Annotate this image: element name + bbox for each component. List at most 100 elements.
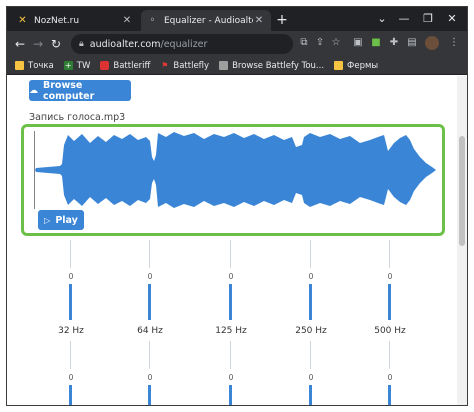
bookmark-star-icon[interactable]: ☆ <box>329 36 343 50</box>
bookmark-battlefy[interactable]: Browse Battlefy Tou... <box>219 61 324 71</box>
eq-slider-track[interactable] <box>149 341 150 369</box>
eq-value: 0 <box>387 373 393 382</box>
bookmark-label: Battleriff <box>113 60 151 71</box>
eq-frequency-label: 32 Hz <box>58 326 84 336</box>
browse-computer-button[interactable]: ☁ Browse computer <box>29 79 131 102</box>
eq-slider-track[interactable] <box>389 240 390 268</box>
eq-value: 0 <box>68 373 74 382</box>
waveform-shape <box>35 132 436 208</box>
extension-icon-1[interactable]: ▣ <box>351 36 365 50</box>
back-icon[interactable]: ← <box>11 35 29 53</box>
eq-band-125hz: 0 125 Hz <box>201 240 261 338</box>
minimize-icon[interactable]: — <box>393 10 415 28</box>
translate-icon[interactable]: ⧉ <box>297 36 311 50</box>
share-icon[interactable]: ⇪ <box>313 36 327 50</box>
menu-kebab-icon[interactable]: ⋮ <box>447 36 461 50</box>
toolbar: ← → ↻ 🔒︎ audioalter.com/equalizer ⧉ ⇪ ☆ … <box>7 31 467 57</box>
eq-slider-fill[interactable] <box>309 385 312 405</box>
tab-title: Equalizer - Audioalter <box>164 15 253 26</box>
eq-value: 0 <box>228 373 234 382</box>
eq-band-32hz: 0 32 Hz <box>41 240 101 338</box>
eq-slider-fill[interactable] <box>309 284 312 320</box>
restore-icon[interactable]: ❐ <box>417 10 439 28</box>
scrollbar-thumb[interactable] <box>459 136 465 246</box>
eq-slider-fill[interactable] <box>69 385 72 405</box>
eq-slider-track[interactable] <box>310 341 311 369</box>
bookmark-tw[interactable]: + TW <box>63 60 91 71</box>
bookmark-label: Фермы <box>347 60 379 71</box>
address-bar[interactable]: 🔒︎ audioalter.com/equalizer <box>71 34 293 54</box>
play-label: Play <box>55 214 78 226</box>
bookmark-battlefly[interactable]: ⚑ Battlefly <box>160 61 209 71</box>
play-button[interactable]: ▷ Play <box>38 210 84 230</box>
eq-band-500hz: 0 500 Hz <box>360 240 420 338</box>
folder-icon <box>334 61 344 70</box>
eq-slider-fill[interactable] <box>229 284 232 320</box>
eq-band-row2-3: 0 <box>201 341 261 405</box>
eq-value: 0 <box>147 373 153 382</box>
battleriff-icon <box>100 61 110 70</box>
tab-search-icon[interactable]: ⌄ <box>371 10 393 28</box>
browse-label: Browse computer <box>43 79 95 102</box>
bookmark-label: Battlefly <box>173 60 210 71</box>
eq-slider-fill[interactable] <box>69 284 72 320</box>
sidebar-icon[interactable]: ▤ <box>405 36 419 50</box>
plus-icon: + <box>63 61 73 70</box>
browser-window: ✕ NozNet.ru ✕ ◦ Equalizer - Audioalter ✕… <box>6 6 468 406</box>
eq-value: 0 <box>147 272 153 281</box>
forward-icon[interactable]: → <box>29 35 47 53</box>
folder-icon <box>15 61 24 70</box>
eq-slider-track[interactable] <box>230 341 231 369</box>
play-icon: ▷ <box>44 215 51 225</box>
url-host: audioalter.com <box>89 38 161 50</box>
page-content: ☁ Browse computer Запись голоса.mp3 ▷ Pl… <box>7 76 457 405</box>
eq-band-row2-2: 0 <box>120 341 180 405</box>
eq-value: 0 <box>308 373 314 382</box>
close-icon[interactable]: ✕ <box>121 15 133 26</box>
eq-value: 0 <box>68 272 74 281</box>
eq-slider-fill[interactable] <box>388 284 391 320</box>
url-path: /equalizer <box>160 38 208 50</box>
eq-slider-track[interactable] <box>389 341 390 369</box>
eq-band-250hz: 0 250 Hz <box>281 240 341 338</box>
eq-slider-fill[interactable] <box>148 385 151 405</box>
eq-slider-track[interactable] <box>230 240 231 268</box>
eq-slider-fill[interactable] <box>229 385 232 405</box>
bookmark-label: Browse Battlefy Tou... <box>232 60 325 71</box>
bookmark-fermy[interactable]: Фермы <box>334 61 378 71</box>
eq-frequency-label: 64 Hz <box>137 326 163 336</box>
reload-icon[interactable]: ↻ <box>47 35 65 53</box>
extensions-puzzle-icon[interactable]: ✚ <box>387 36 401 50</box>
eq-slider-track[interactable] <box>70 341 71 369</box>
bookmark-tochka[interactable]: Точка <box>15 61 54 71</box>
bookmark-label: TW <box>76 60 91 71</box>
eq-value: 0 <box>308 272 314 281</box>
close-window-icon[interactable]: ✕ <box>441 10 463 28</box>
page-scrollbar[interactable] <box>457 76 467 405</box>
eq-frequency-label: 500 Hz <box>374 326 406 336</box>
eq-frequency-label: 125 Hz <box>215 326 247 336</box>
bookmark-battleriff[interactable]: Battleriff <box>100 61 150 71</box>
extension-icon-2[interactable]: ■ <box>369 36 383 50</box>
tab-equalizer[interactable]: ◦ Equalizer - Audioalter ✕ <box>141 10 271 31</box>
tab-strip: ✕ NozNet.ru ✕ ◦ Equalizer - Audioalter ✕… <box>7 7 467 31</box>
noznet-favicon-icon: ✕ <box>18 15 27 26</box>
eq-slider-track[interactable] <box>70 240 71 268</box>
new-tab-icon[interactable]: + <box>273 11 291 29</box>
eq-band-row2-1: 0 <box>41 341 101 405</box>
eq-slider-fill[interactable] <box>148 284 151 320</box>
eq-value: 0 <box>387 272 393 281</box>
bookmark-label: Точка <box>28 60 54 71</box>
eq-slider-fill[interactable] <box>388 385 391 405</box>
tab-noznet[interactable]: ✕ NozNet.ru ✕ <box>11 10 139 31</box>
battlefly-icon: ⚑ <box>161 61 169 70</box>
eq-band-row2-5: 0 <box>360 341 420 405</box>
close-icon[interactable]: ✕ <box>253 15 265 26</box>
file-name: Запись голоса.mp3 <box>29 112 126 123</box>
profile-avatar-icon[interactable] <box>425 36 439 50</box>
eq-slider-track[interactable] <box>149 240 150 268</box>
audio-waveform[interactable] <box>34 131 436 209</box>
tab-title: NozNet.ru <box>34 15 80 26</box>
upload-cloud-icon: ☁ <box>29 85 38 96</box>
eq-slider-track[interactable] <box>310 240 311 268</box>
